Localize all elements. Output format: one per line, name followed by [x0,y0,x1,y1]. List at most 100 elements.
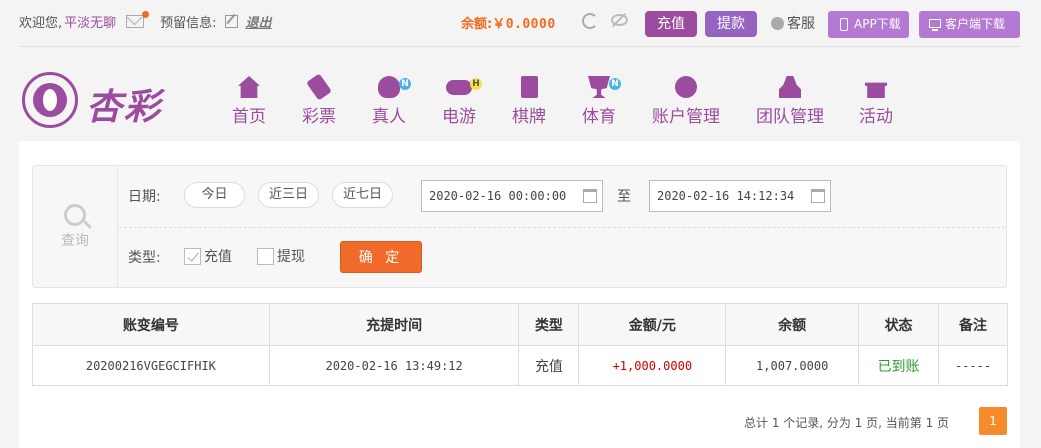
nav-label: 棋牌 [512,107,546,127]
customer-service-link[interactable]: 客服 [771,13,815,33]
confirm-button[interactable]: 确 定 [340,241,422,273]
nav-label: 活动 [859,107,893,127]
client-download-button[interactable]: 客户端下载 [919,11,1020,38]
app-download-button[interactable]: APP下载 [828,11,909,38]
yen-coin-icon [675,76,697,98]
type-recharge-option[interactable]: 充值 [184,246,232,266]
logout-link[interactable]: 退出 [246,12,272,31]
filter-divider [119,227,1005,228]
hide-balance-icon[interactable] [611,14,628,26]
nav-item-sports[interactable]: N 体育 [582,76,621,127]
balance: 余额:￥0.0000 [461,13,556,32]
nav-label: 账户管理 [652,107,720,127]
calendar-icon[interactable] [583,189,597,203]
logo[interactable]: 杏彩 [22,70,172,130]
nav-item-activity[interactable]: 活动 [859,76,893,127]
nav-item-home[interactable]: 首页 [232,76,266,127]
query-section: 查询 [33,166,118,287]
column-header: 金额/元 [578,303,727,346]
phone-icon [840,18,848,31]
nav-item-account[interactable]: 账户管理 [652,76,720,127]
home-icon [238,76,260,98]
calendar-icon[interactable] [811,189,825,203]
pager-summary: 总计 1 个记录, 分为 1 页, 当前第 1 页 [744,416,950,430]
divider [19,46,1020,47]
new-badge: N [399,78,411,90]
transaction-time: 2020-02-16 13:49:12 [268,345,520,386]
customer-service-label: 客服 [787,16,815,32]
hot-badge: H [470,78,482,90]
nav-label: 体育 [582,107,616,127]
live-dealer-icon [378,76,400,98]
type-withdraw-option[interactable]: 提现 [257,246,305,266]
withdraw-button[interactable]: 提款 [705,11,757,37]
transaction-amount: +1,000.0000 [578,345,727,386]
customer-service-icon [771,16,784,30]
trophy-icon [588,76,610,98]
balance-value: ￥0.0000 [492,17,556,32]
transactions-table: 账变编号 充提时间 类型 金额/元 余额 状态 备注 20200216VGEGC… [32,303,1008,386]
column-header: 充提时间 [268,303,520,346]
logo-text: 杏彩 [86,87,163,128]
filter-box: 查询 日期: 今日 近三日 近七日 2020-02-16 00:00:00 至 … [32,165,1007,288]
recharge-button[interactable]: 充值 [645,11,697,37]
transaction-id: 20200216VGEGCIFHIK [32,345,270,386]
gamepad-icon [446,80,472,95]
quick-7days-button[interactable]: 近七日 [332,182,393,208]
ticket-icon [306,73,332,101]
transaction-type: 充值 [518,345,580,386]
table-row: 20200216VGEGCIFHIK 2020-02-16 13:49:12 充… [32,345,1008,386]
column-header: 余额 [725,303,860,346]
nav-item-live[interactable]: N 真人 [372,76,411,127]
quick-3days-button[interactable]: 近三日 [258,182,319,208]
client-download-label: 客户端下载 [945,17,1006,31]
top-bar: 欢迎您, 平淡无聊 预留信息: 退出 余额:￥0.0000 充值 提款 客服 A… [0,0,1041,44]
edit-icon[interactable] [224,15,238,28]
cards-icon [520,76,538,98]
nav-label: 彩票 [302,107,336,127]
reserved-info-label: 预留信息: [160,16,217,31]
withdraw-checkbox[interactable] [257,247,274,265]
end-date-input[interactable]: 2020-02-16 14:12:34 [649,180,831,212]
welcome-text: 欢迎您, [19,16,63,31]
nav-item-slots[interactable]: H 电游 [442,76,482,127]
mail-icon[interactable] [126,11,150,28]
column-header: 状态 [858,303,940,346]
username[interactable]: 平淡无聊 [64,12,116,31]
nav-label: 首页 [232,107,266,127]
app-download-label: APP下载 [854,17,901,31]
unread-dot [142,11,150,18]
team-icon [779,76,801,98]
start-date-input[interactable]: 2020-02-16 00:00:00 [421,180,603,212]
nav-label: 团队管理 [756,107,824,127]
nav-label: 真人 [372,107,406,127]
query-label: 查询 [61,233,89,249]
start-date-value: 2020-02-16 00:00:00 [429,189,567,203]
gift-icon [865,82,887,98]
new-badge: N [609,78,621,90]
transaction-note: ----- [938,345,1008,386]
table-header-row: 账变编号 充提时间 类型 金额/元 余额 状态 备注 [32,303,1008,346]
column-header: 备注 [938,303,1008,346]
transaction-balance: 1,007.0000 [725,345,860,386]
nav-item-team[interactable]: 团队管理 [756,76,824,127]
column-header: 账变编号 [32,303,270,346]
quick-today-button[interactable]: 今日 [184,182,245,208]
balance-label: 余额: [461,17,493,32]
nav-item-chess[interactable]: 棋牌 [512,76,546,127]
nav-item-lottery[interactable]: 彩票 [302,73,336,127]
to-label: 至 [617,189,631,205]
recharge-checkbox[interactable] [184,247,201,265]
logo-emblem-icon [22,72,78,128]
refresh-icon[interactable] [582,13,598,29]
page-button-current[interactable]: 1 [979,407,1007,435]
user-info: 欢迎您, 平淡无聊 预留信息: 退出 [19,11,272,31]
type-label: 类型: [128,250,161,266]
end-date-value: 2020-02-16 14:12:34 [657,189,795,203]
main-panel: 查询 日期: 今日 近三日 近七日 2020-02-16 00:00:00 至 … [19,141,1020,448]
column-header: 类型 [518,303,580,346]
recharge-option-label: 充值 [204,249,232,265]
nav-label: 电游 [442,107,476,127]
date-label: 日期: [128,189,161,205]
withdraw-option-label: 提现 [277,249,305,265]
